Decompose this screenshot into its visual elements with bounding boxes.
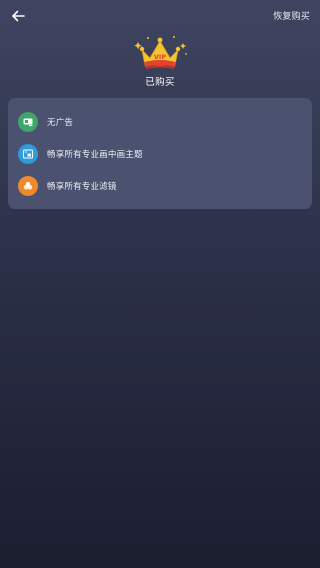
back-button[interactable] [8, 6, 28, 26]
filter-icon [18, 176, 38, 196]
benefits-card: 无广告 畅享所有专业画中画主题 畅享所有专业滤镜 [8, 98, 312, 209]
benefit-label: 畅享所有专业画中画主题 [47, 150, 143, 160]
vip-crown-text: VIP [154, 53, 166, 61]
restore-purchase-button[interactable]: 恢复购买 [273, 9, 310, 22]
arrow-left-icon [12, 10, 25, 22]
picture-in-picture-theme-icon [18, 144, 38, 164]
purchased-status: 已购买 [145, 77, 175, 88]
benefit-item-no-ads: 无广告 [18, 111, 302, 133]
top-bar: 恢复购买 [0, 0, 320, 32]
vip-crown-icon: VIP [128, 32, 192, 72]
benefit-item-filters: 畅享所有专业滤镜 [18, 175, 302, 197]
benefit-label: 畅享所有专业滤镜 [47, 182, 117, 192]
benefit-label: 无广告 [47, 118, 74, 128]
benefit-item-pip-themes: 畅享所有专业画中画主题 [18, 143, 302, 165]
no-ads-icon [18, 112, 38, 132]
